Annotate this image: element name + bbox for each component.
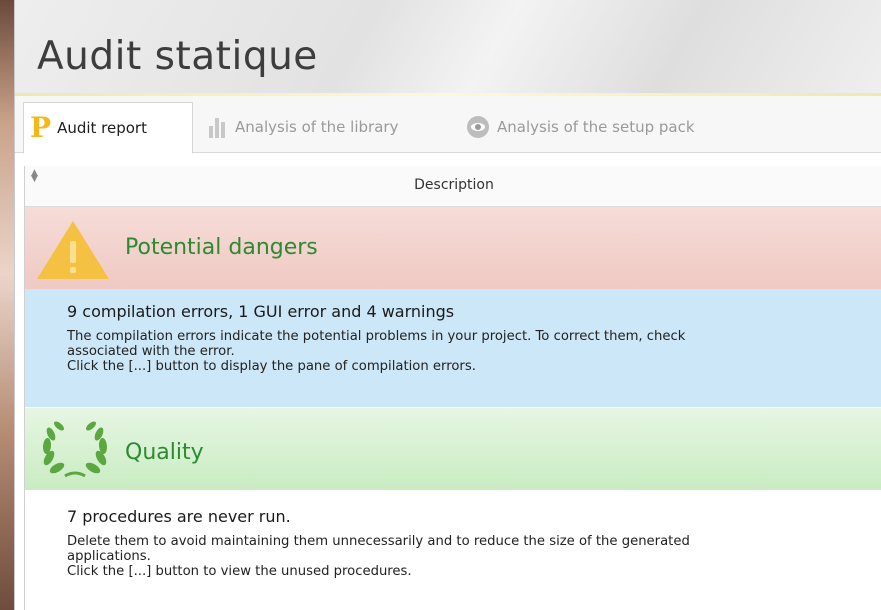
tab-analysis-setup-pack[interactable]: Analysis of the setup pack bbox=[467, 102, 767, 152]
laurel-icon bbox=[42, 421, 108, 478]
audit-window: Audit statique P Audit report Analysis o… bbox=[14, 0, 881, 610]
p-logo-icon: P bbox=[30, 111, 52, 144]
section-title: Quality bbox=[125, 440, 204, 465]
table-row[interactable]: 7 procedures are never run. Delete them … bbox=[25, 492, 881, 610]
row-title: 9 compilation errors, 1 GUI error and 4 … bbox=[67, 302, 455, 321]
tab-audit-report[interactable]: P Audit report bbox=[23, 102, 193, 154]
tab-label: Analysis of the setup pack bbox=[497, 118, 695, 136]
column-header-description[interactable]: Description bbox=[25, 177, 881, 193]
audit-table: ▲ ▼ Description Potential dangers 9 compi… bbox=[24, 166, 881, 610]
tab-bar: P Audit report Analysis of the library A… bbox=[15, 96, 881, 154]
section-quality[interactable]: Quality bbox=[25, 408, 881, 490]
library-bars-icon bbox=[209, 116, 225, 138]
eye-icon bbox=[467, 116, 489, 138]
table-row[interactable]: 9 compilation errors, 1 GUI error and 4 … bbox=[25, 289, 881, 407]
section-potential-dangers[interactable]: Potential dangers bbox=[25, 207, 881, 289]
row-description: The compilation errors indicate the pote… bbox=[67, 329, 686, 374]
tab-analysis-library[interactable]: Analysis of the library bbox=[209, 102, 449, 152]
tab-label: Analysis of the library bbox=[235, 118, 399, 136]
window-title: Audit statique bbox=[37, 34, 318, 79]
tab-label: Audit report bbox=[57, 119, 147, 137]
warning-icon bbox=[37, 221, 109, 279]
row-title: 7 procedures are never run. bbox=[67, 507, 291, 526]
section-title: Potential dangers bbox=[125, 235, 318, 260]
table-header: ▲ ▼ Description bbox=[25, 166, 881, 207]
title-bar: Audit statique bbox=[15, 0, 881, 96]
row-description: Delete them to avoid maintaining them un… bbox=[67, 534, 690, 579]
